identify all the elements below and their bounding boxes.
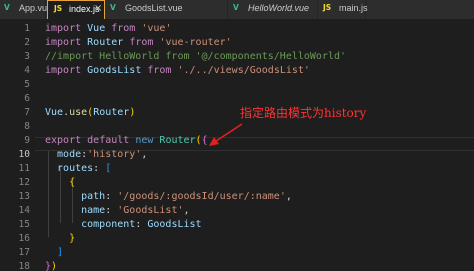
- annotation-arrow: [209, 123, 243, 146]
